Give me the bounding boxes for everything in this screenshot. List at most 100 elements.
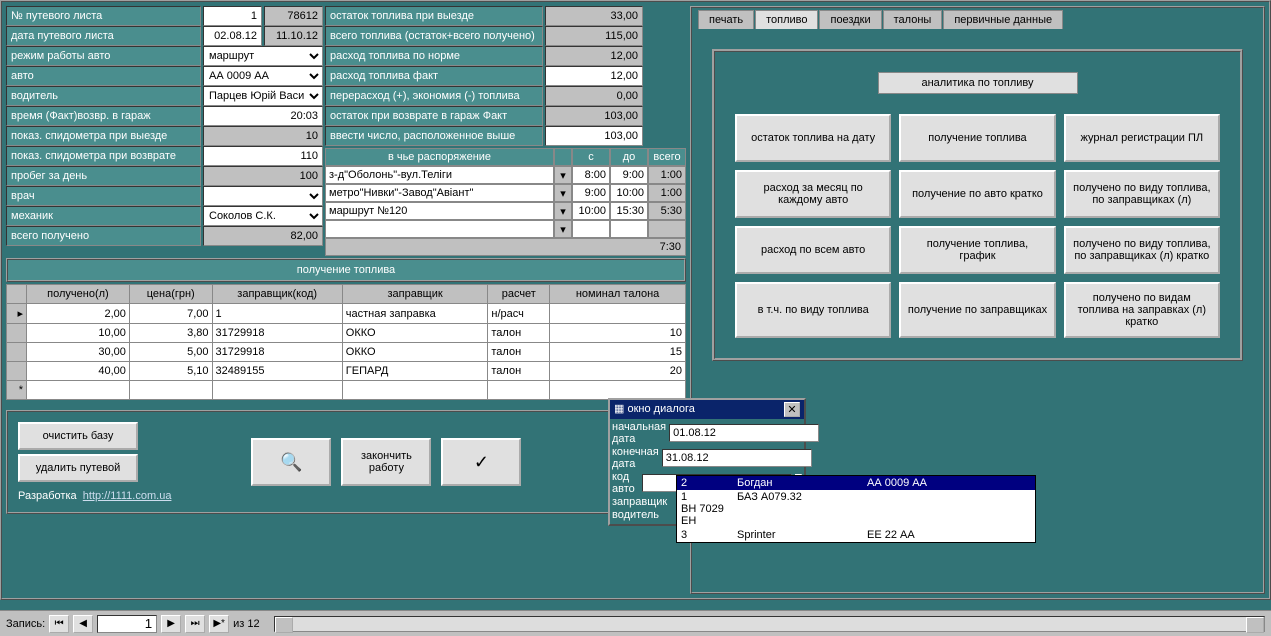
val-odo-in[interactable]: 110 xyxy=(203,146,323,166)
fuel-receipt-table[interactable]: получено(л) цена(грн) заправщик(код) зап… xyxy=(6,284,686,400)
analytics-btn[interactable]: получение топлива xyxy=(899,114,1055,162)
nav-new-button[interactable]: ▶* xyxy=(209,615,229,633)
check-icon: ✓ xyxy=(474,452,489,473)
horizontal-scrollbar[interactable] xyxy=(274,616,1265,632)
tab-primary-data[interactable]: первичные данные xyxy=(943,10,1063,29)
ok-button[interactable]: ✓ xyxy=(441,438,521,486)
lbl-overrun: перерасход (+), экономия (-) топлива xyxy=(325,86,543,106)
routes-header: в чье распоряжение xyxy=(325,148,554,166)
sel-doctor[interactable] xyxy=(203,186,323,206)
route-name[interactable]: метро"Нивки"-Завод"Авіант" xyxy=(325,184,554,202)
lbl-driver: водитель xyxy=(6,86,201,106)
table-row: 30,005,0031729918ОККОталон15 xyxy=(7,343,686,362)
analytics-btn[interactable]: получение по авто кратко xyxy=(899,170,1055,218)
sel-driver[interactable]: Парцев Юрій Васи.. xyxy=(203,86,323,106)
table-row: 40,005,1032489155ГЕПАРДталон20 xyxy=(7,362,686,381)
close-icon[interactable]: ✕ xyxy=(784,402,800,417)
route-dd[interactable]: ▾ xyxy=(554,166,572,184)
lbl-remain-in: остаток при возврате в гараж Факт xyxy=(325,106,543,126)
list-item[interactable]: 1БАЗ А079.32ВН 7029 ЕН xyxy=(677,490,1035,528)
end-date-input[interactable] xyxy=(662,449,812,467)
analytics-btn[interactable]: остаток топлива на дату xyxy=(735,114,891,162)
lbl-sheet-date: дата путевого листа xyxy=(6,26,201,46)
route-name[interactable]: маршрут №120 xyxy=(325,202,554,220)
val-remain-in: 103,00 xyxy=(545,106,643,126)
lbl-remain-out: остаток топлива при выезде xyxy=(325,6,543,26)
col-c: с xyxy=(572,148,610,166)
analytics-btn[interactable]: расход по всем авто xyxy=(735,226,891,274)
val-total-received: 82,00 xyxy=(203,226,323,246)
lbl-norm: расход топлива по норме xyxy=(325,46,543,66)
val-odo-out: 10 xyxy=(203,126,323,146)
route-dd[interactable]: ▾ xyxy=(554,220,572,238)
nav-first-button[interactable]: ⏮ xyxy=(49,615,69,633)
val-enter-num[interactable]: 103,00 xyxy=(545,126,643,146)
developer-link[interactable]: http://1111.com.ua xyxy=(83,490,172,502)
routes-total: 7:30 xyxy=(325,238,686,256)
search-button[interactable]: 🔍 xyxy=(251,438,331,486)
auto-dropdown-list[interactable]: 2БогданАА 0009 АА 1БАЗ А079.32ВН 7029 ЕН… xyxy=(676,475,1036,543)
lbl-start-date: начальная дата xyxy=(612,421,666,445)
lbl-work-mode: режим работы авто xyxy=(6,46,201,66)
lbl-end-date: конечная дата xyxy=(612,446,659,470)
sel-work-mode[interactable]: маршрут xyxy=(203,46,323,66)
route-dd[interactable]: ▾ xyxy=(554,202,572,220)
val-fact[interactable]: 12,00 xyxy=(545,66,643,86)
lbl-sheet-no: № путевого листа xyxy=(6,6,201,26)
lbl-enter-num: ввести число, расположенное выше xyxy=(325,126,543,146)
col-total: всего xyxy=(648,148,686,166)
lbl-doctor: врач xyxy=(6,186,201,206)
table-row: * xyxy=(7,381,686,400)
sel-auto[interactable]: АА 0009 АА xyxy=(203,66,323,86)
record-number-input[interactable] xyxy=(97,615,157,633)
lbl-total-received: всего получено xyxy=(6,226,201,246)
list-item[interactable]: 3SprinterЕЕ 22 АА xyxy=(677,528,1035,542)
analytics-btn[interactable]: получение по заправщиках xyxy=(899,282,1055,338)
start-date-input[interactable] xyxy=(669,424,819,442)
sel-mechanic[interactable]: Соколов С.К. xyxy=(203,206,323,226)
app-icon: ▦ xyxy=(614,403,624,415)
val-sheet-no2: 78612 xyxy=(264,6,323,26)
analytics-btn[interactable]: расход за месяц по каждому авто xyxy=(735,170,891,218)
lbl-auto-code: код авто xyxy=(612,471,639,495)
analytics-btn[interactable]: получение топлива, график xyxy=(899,226,1055,274)
col-do: до xyxy=(610,148,648,166)
analytics-title: аналитика по топливу xyxy=(878,72,1078,94)
analytics-btn[interactable]: журнал регистрации ПЛ xyxy=(1064,114,1220,162)
lbl-mileage: пробег за день xyxy=(6,166,201,186)
tab-trips[interactable]: поездки xyxy=(819,10,881,29)
val-sheet-date[interactable]: 02.08.12 xyxy=(203,26,262,46)
fuel-receipt-title: получение топлива xyxy=(6,258,686,282)
val-norm: 12,00 xyxy=(545,46,643,66)
nav-last-button[interactable]: ⏭ xyxy=(185,615,205,633)
table-row: 10,003,8031729918ОККОталон10 xyxy=(7,324,686,343)
nav-next-button[interactable]: ▶ xyxy=(161,615,181,633)
analytics-btn[interactable]: получено по виду топлива, по заправщиках… xyxy=(1064,170,1220,218)
route-dd[interactable]: ▾ xyxy=(554,184,572,202)
val-remain-out: 33,00 xyxy=(545,6,643,26)
val-return-time[interactable]: 20:03 xyxy=(203,106,323,126)
val-sheet-no[interactable]: 1 xyxy=(203,6,262,26)
finish-work-button[interactable]: закончить работу xyxy=(341,438,431,486)
table-row: ▸2,007,001частная заправкан/расч xyxy=(7,304,686,324)
tab-coupons[interactable]: талоны xyxy=(883,10,943,29)
lbl-fact: расход топлива факт xyxy=(325,66,543,86)
val-sheet-date2: 11.10.12 xyxy=(264,26,323,46)
tab-print[interactable]: печать xyxy=(698,10,754,29)
list-item[interactable]: 2БогданАА 0009 АА xyxy=(677,476,1035,490)
delete-sheet-button[interactable]: удалить путевой xyxy=(18,454,138,482)
val-mileage: 100 xyxy=(203,166,323,186)
nav-prev-button[interactable]: ◀ xyxy=(73,615,93,633)
lbl-odo-out: показ. спидометра при выезде xyxy=(6,126,201,146)
lbl-mechanic: механик xyxy=(6,206,201,226)
analytics-btn[interactable]: получено по виду топлива, по заправщиках… xyxy=(1064,226,1220,274)
route-name[interactable]: з-д"Оболонь"-вул.Теліги xyxy=(325,166,554,184)
tab-fuel[interactable]: топливо xyxy=(755,10,818,29)
analytics-btn[interactable]: получено по видам топлива на заправках (… xyxy=(1064,282,1220,338)
val-total-fuel: 115,00 xyxy=(545,26,643,46)
analytics-btn[interactable]: в т.ч. по виду топлива xyxy=(735,282,891,338)
lbl-total-fuel: всего топлива (остаток+всего получено) xyxy=(325,26,543,46)
lbl-auto: авто xyxy=(6,66,201,86)
binoculars-icon: 🔍 xyxy=(280,452,302,473)
clear-db-button[interactable]: очистить базу xyxy=(18,422,138,450)
